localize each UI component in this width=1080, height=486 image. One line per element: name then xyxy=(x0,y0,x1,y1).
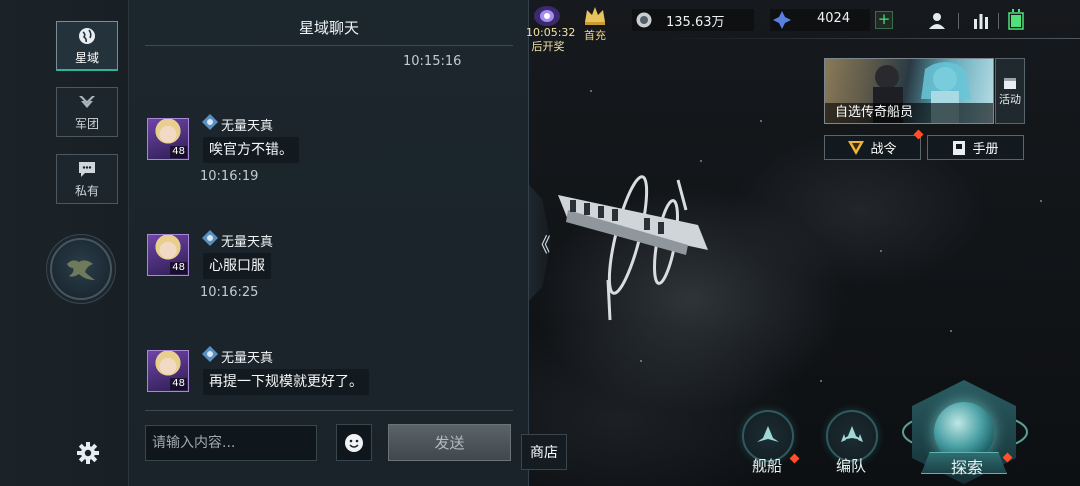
battery-icon xyxy=(1008,9,1024,30)
level-badge: 48 xyxy=(170,262,187,274)
promo-caption: 自选传奇船员 xyxy=(825,103,993,123)
ship-icon xyxy=(757,426,779,442)
activity-label: 活动 xyxy=(999,93,1021,106)
player-emblem-button[interactable] xyxy=(50,238,112,300)
shop-button[interactable]: 商店 xyxy=(521,434,567,470)
chat-bubble-icon xyxy=(79,162,95,177)
sender-name[interactable]: 无量天真 xyxy=(221,115,273,134)
message-bubble: 唉官方不错。 xyxy=(203,137,299,163)
level-badge: 48 xyxy=(170,378,187,390)
battle-pass-label: 战令 xyxy=(870,142,897,157)
legendary-crew-banner[interactable]: 自选传奇船员 xyxy=(824,58,994,124)
spaceship-station[interactable] xyxy=(548,170,718,330)
triangle-badge-icon xyxy=(848,140,865,155)
calendar-icon xyxy=(1004,78,1016,89)
crown-icon[interactable] xyxy=(583,4,607,26)
divider xyxy=(998,13,999,29)
sender-avatar[interactable]: 48 xyxy=(147,350,189,392)
tab-private[interactable]: 私有 xyxy=(56,154,118,204)
send-button[interactable]: 发送 xyxy=(388,424,511,461)
message-time: 10:16:25 xyxy=(200,285,259,300)
ships-label: 舰船 xyxy=(752,457,783,475)
activity-button[interactable]: 活动 xyxy=(995,58,1025,124)
first-recharge-label[interactable]: 首充 xyxy=(578,27,612,43)
manual-label: 手册 xyxy=(972,142,999,157)
currency-amount: 135.63万 xyxy=(666,15,725,30)
shop-label: 商店 xyxy=(530,445,558,461)
battle-pass-button[interactable]: 战令 xyxy=(824,135,921,160)
globe-icon xyxy=(79,27,95,44)
tab-label: 私有 xyxy=(74,184,99,198)
rank-icon xyxy=(202,114,218,130)
bird-emblem-icon xyxy=(67,260,95,280)
chevron-left-icon: 《 xyxy=(531,232,551,257)
divider xyxy=(656,38,1080,39)
smiley-icon xyxy=(345,433,363,452)
crystal-icon xyxy=(773,11,791,29)
message-bubble: 再提一下规模就更好了。 xyxy=(203,369,369,395)
message-bubble: 心服口服 xyxy=(203,253,271,279)
energy-amount: 4024 xyxy=(817,11,851,26)
sender-avatar[interactable]: 48 xyxy=(147,118,189,160)
lottery-timer-label: 后开奖 xyxy=(531,40,565,53)
fleet-label: 编队 xyxy=(836,457,867,475)
book-icon xyxy=(953,140,966,155)
sender-avatar[interactable]: 48 xyxy=(147,234,189,276)
chat-title: 星域聊天 xyxy=(298,19,359,37)
coin-icon xyxy=(636,12,652,28)
rank-icon xyxy=(202,346,218,362)
emoji-button[interactable] xyxy=(336,424,372,461)
sender-name[interactable]: 无量天真 xyxy=(221,347,273,366)
tab-label: 星域 xyxy=(74,50,99,65)
chat-panel: 星域聊天 10:15:16 48 无量天真 唉官方不错。 10:16:19 48… xyxy=(129,0,529,486)
profile-icon[interactable] xyxy=(928,12,946,30)
tab-star-domain[interactable]: 星域 xyxy=(56,21,118,71)
tab-label: 军团 xyxy=(74,117,99,131)
add-energy-button[interactable]: + xyxy=(875,11,893,29)
tab-legion[interactable]: 军团 xyxy=(56,87,118,137)
left-nav-rail: 星域 军团 私有 xyxy=(0,0,129,486)
sender-name[interactable]: 无量天真 xyxy=(221,231,273,250)
ranking-chart-icon[interactable] xyxy=(972,12,990,30)
level-badge: 48 xyxy=(170,146,187,158)
explore-label: 探索 xyxy=(951,458,984,477)
divider xyxy=(958,13,959,29)
chat-input[interactable] xyxy=(145,425,317,461)
lottery-orb-icon[interactable] xyxy=(532,4,562,28)
manual-button[interactable]: 手册 xyxy=(927,135,1024,160)
fleet-icon xyxy=(841,426,863,442)
rank-icon xyxy=(202,230,218,246)
divider xyxy=(145,45,513,46)
legion-icon xyxy=(79,96,95,108)
message-time: 10:16:19 xyxy=(200,169,259,184)
divider xyxy=(145,410,513,411)
message-time: 10:15:16 xyxy=(403,54,462,69)
gear-icon[interactable] xyxy=(74,439,102,467)
